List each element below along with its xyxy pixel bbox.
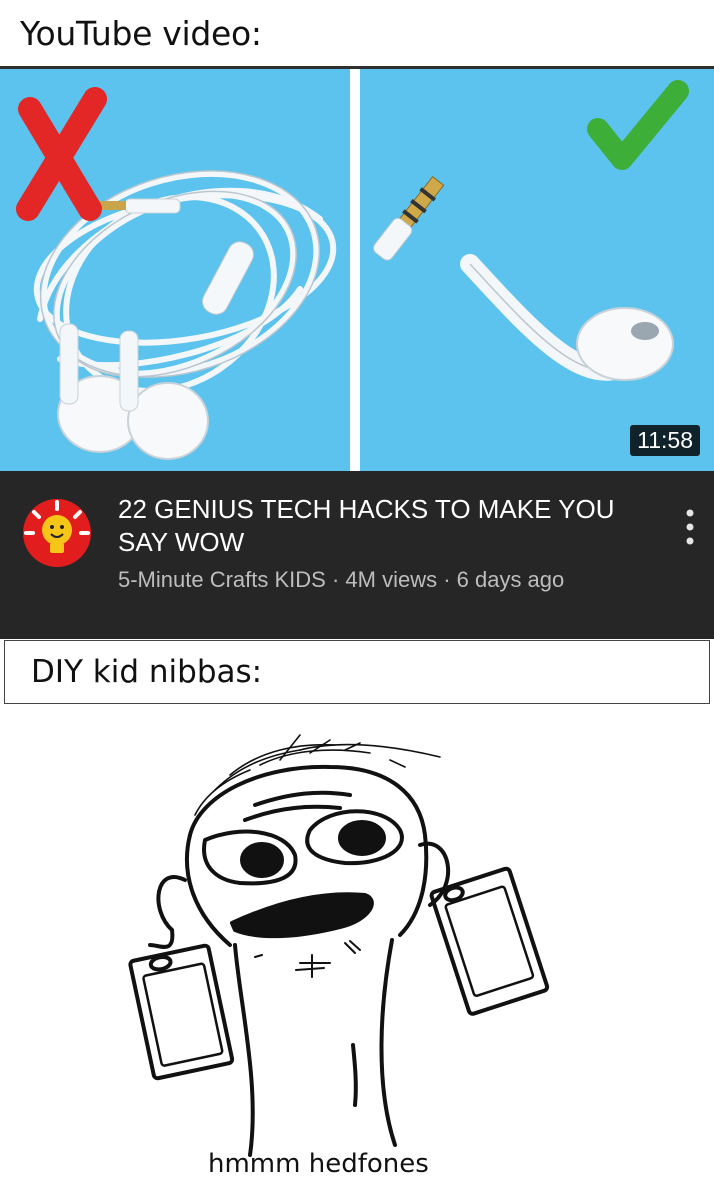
video-title[interactable]: 22 GENIUS TECH HACKS TO MAKE YOU SAY WOW (118, 493, 638, 559)
untangled-earphone-image: 11:58 (360, 69, 714, 474)
video-info-bar[interactable]: 22 GENIUS TECH HACKS TO MAKE YOU SAY WOW… (0, 471, 714, 639)
wojak-headphones-drawing (0, 705, 714, 1182)
thumbnail-divider (350, 69, 360, 474)
drawing-caption: hmmm hedfones (208, 1149, 429, 1179)
second-caption: DIY kid nibbas: (31, 654, 263, 690)
video-thumbnail[interactable]: 11:58 (0, 66, 714, 474)
tangled-earphones-image (0, 69, 350, 474)
vertical-ellipsis-icon[interactable] (682, 507, 698, 547)
video-meta: 5-Minute Crafts KIDS · 4M views · 6 days… (118, 567, 565, 592)
second-caption-box: DIY kid nibbas: (4, 640, 710, 704)
video-duration: 11:58 (630, 425, 700, 456)
channel-avatar[interactable] (22, 498, 92, 568)
top-caption: YouTube video: (20, 14, 262, 53)
